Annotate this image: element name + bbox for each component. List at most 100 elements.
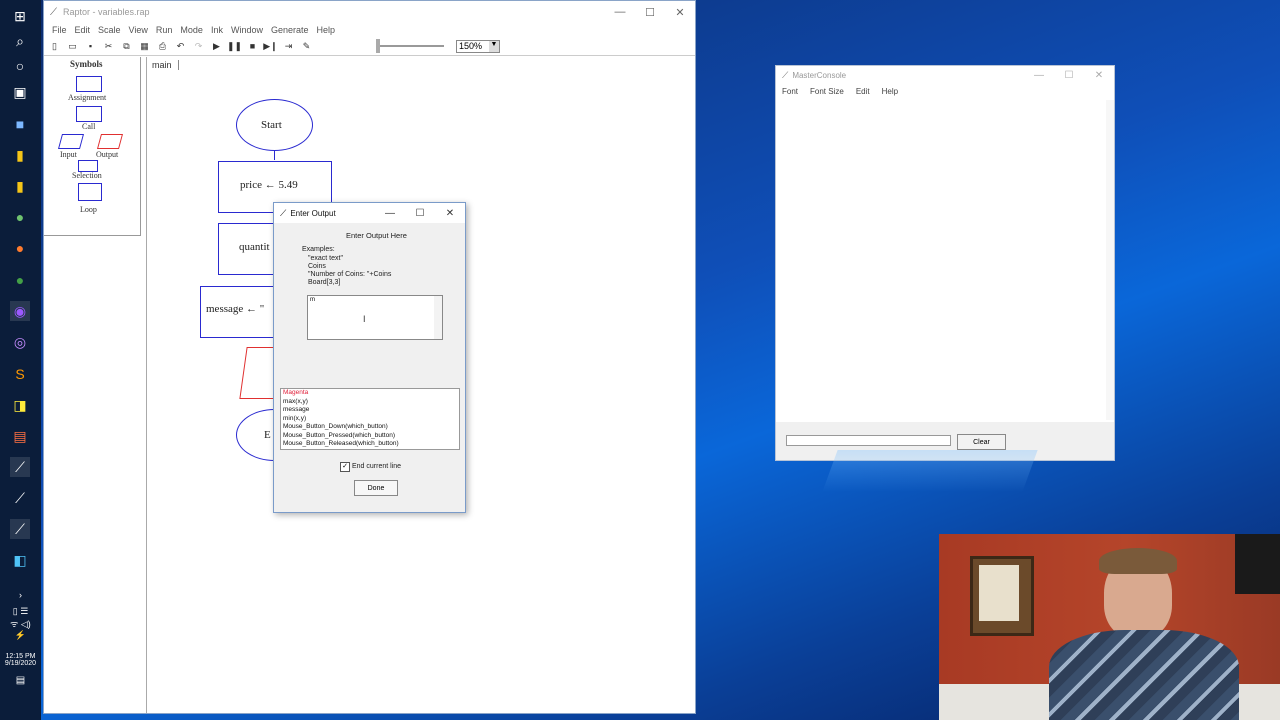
app-purple-icon[interactable]: ◉ — [10, 301, 30, 321]
end-line-label: End current line — [352, 463, 402, 470]
loop-symbol[interactable] — [78, 183, 102, 201]
tab-main[interactable]: main — [152, 60, 179, 70]
scrollbar[interactable] — [1106, 100, 1114, 420]
chevron-up-icon[interactable]: › — [0, 590, 41, 600]
menu-font[interactable]: Font — [782, 87, 798, 96]
menu-scale[interactable]: Scale — [98, 25, 121, 35]
app-yellow-icon[interactable]: ◨ — [10, 395, 30, 415]
search-icon[interactable]: ⌕ — [10, 31, 30, 51]
done-button[interactable]: Done — [354, 480, 398, 496]
maximize-button[interactable]: ☐ — [1054, 70, 1084, 81]
suggestion-item[interactable]: min(x,y) — [281, 415, 459, 424]
app-blue-icon[interactable]: ◧ — [10, 550, 30, 570]
cut-icon[interactable]: ✂ — [102, 40, 115, 53]
end-line-checkbox[interactable]: ✓ — [340, 462, 350, 472]
raptor-icon-3[interactable]: ⟋ — [10, 519, 30, 539]
print-icon[interactable]: ⎙ — [156, 40, 169, 53]
clear-button[interactable]: Clear — [957, 434, 1006, 450]
open-folder-icon[interactable]: ▭ — [66, 40, 79, 53]
menu-font-size[interactable]: Font Size — [810, 87, 844, 96]
step-into-icon[interactable]: ⇥ — [282, 40, 295, 53]
raptor-toolbar: ▯ ▭ ▪ ✂ ⧉ ▦ ⎙ ↶ ↷ ▶ ❚❚ ■ ▶❙ ⇥ ✎ 150% ▼ — [44, 37, 695, 56]
suggestion-item[interactable]: Magenta — [281, 389, 459, 398]
tray-time[interactable]: 12:15 PM — [0, 653, 41, 660]
suggestion-item[interactable]: Mouse_Button_Released(which_button) — [281, 440, 459, 449]
close-button[interactable]: ✕ — [665, 6, 695, 19]
suggestions-list[interactable]: Magenta max(x,y) message min(x,y) Mouse_… — [280, 388, 460, 450]
menu-edit[interactable]: Edit — [856, 87, 870, 96]
input-label: Input — [60, 150, 77, 159]
menu-view[interactable]: View — [129, 25, 148, 35]
power-icon[interactable]: ⚡ — [0, 630, 41, 641]
scrollbar[interactable] — [434, 296, 442, 339]
network-icon[interactable]: ᯤ ◁) — [0, 617, 41, 630]
menu-generate[interactable]: Generate — [271, 25, 309, 35]
menu-window[interactable]: Window — [231, 25, 263, 35]
maximize-button[interactable]: ☐ — [405, 208, 435, 219]
menu-edit[interactable]: Edit — [75, 25, 91, 35]
output-symbol[interactable] — [96, 134, 124, 149]
close-button[interactable]: ✕ — [1084, 70, 1114, 81]
new-file-icon[interactable]: ▯ — [48, 40, 61, 53]
tray-icons[interactable]: ▯ ☰ — [0, 606, 41, 617]
notification-icon[interactable]: ▤ — [0, 675, 41, 686]
raptor-app-icon: ⟋ — [782, 69, 789, 80]
close-button[interactable]: ✕ — [435, 208, 465, 219]
console-menubar: Font Font Size Edit Help — [776, 84, 1114, 98]
output-text-input[interactable]: m I — [307, 295, 443, 340]
zoom-select[interactable]: 150% ▼ — [456, 39, 500, 53]
minimize-button[interactable]: — — [1024, 70, 1054, 81]
menu-file[interactable]: File — [52, 25, 67, 35]
play-icon[interactable]: ▶ — [210, 40, 223, 53]
suggestion-item[interactable]: Mouse_Button_Pressed(which_button) — [281, 432, 459, 441]
app-orange-icon[interactable]: S — [10, 364, 30, 384]
loop-label: Loop — [80, 205, 97, 214]
suggestion-item[interactable]: Mouse_Button_Down(which_button) — [281, 423, 459, 432]
task-view-icon[interactable]: ▣ — [10, 82, 30, 102]
chrome-icon[interactable]: ● — [10, 270, 30, 290]
console-input[interactable] — [786, 435, 951, 446]
copy-icon[interactable]: ⧉ — [120, 40, 133, 53]
redo-icon[interactable]: ↷ — [192, 40, 205, 53]
raptor-icon-2[interactable]: ⟋ — [10, 488, 30, 508]
menu-ink[interactable]: Ink — [211, 25, 223, 35]
start-label: Start — [261, 119, 282, 131]
paste-icon[interactable]: ▦ — [138, 40, 151, 53]
stop-icon[interactable]: ■ — [246, 40, 259, 53]
chevron-down-icon[interactable]: ▼ — [489, 40, 499, 52]
app-icon[interactable]: ■ — [10, 114, 30, 134]
tray-date[interactable]: 9/19/2020 — [0, 660, 41, 667]
dialog-title: Enter Output — [290, 208, 336, 218]
selection-label: Selection — [72, 171, 102, 180]
menu-mode[interactable]: Mode — [180, 25, 203, 35]
menu-help[interactable]: Help — [317, 25, 336, 35]
minimize-button[interactable]: — — [605, 6, 635, 19]
zoom-slider[interactable] — [376, 39, 444, 53]
save-icon[interactable]: ▪ — [84, 40, 97, 53]
pause-icon[interactable]: ❚❚ — [227, 40, 242, 53]
assignment-symbol[interactable] — [76, 76, 102, 92]
app-green-icon[interactable]: ● — [10, 207, 30, 227]
undo-icon[interactable]: ↶ — [174, 40, 187, 53]
call-symbol[interactable] — [76, 106, 102, 122]
suggestion-item[interactable]: message — [281, 406, 459, 415]
app-violet-icon[interactable]: ◎ — [10, 332, 30, 352]
menu-help[interactable]: Help — [882, 87, 898, 96]
suggestion-item[interactable]: max(x,y) — [281, 398, 459, 407]
pen-icon[interactable]: ✎ — [300, 40, 313, 53]
document-icon[interactable]: ▤ — [10, 426, 30, 446]
file-explorer-icon[interactable]: ▮ — [10, 145, 30, 165]
input-symbol[interactable] — [57, 134, 85, 149]
step-icon[interactable]: ▶❙ — [263, 40, 277, 53]
raptor-icon[interactable]: ⟋ — [10, 457, 30, 477]
folder-icon[interactable]: ▮ — [10, 176, 30, 196]
dialog-titlebar: ⟋ Enter Output — ☐ ✕ — [274, 203, 465, 223]
maximize-button[interactable]: ☐ — [635, 6, 665, 19]
cortana-icon[interactable]: ○ — [10, 56, 30, 76]
windows-start-icon[interactable]: ⊞ — [10, 6, 30, 26]
firefox-icon[interactable]: ● — [10, 238, 30, 258]
menu-run[interactable]: Run — [156, 25, 173, 35]
console-output-area[interactable] — [776, 100, 1106, 420]
zoom-slider-thumb[interactable] — [376, 39, 380, 53]
minimize-button[interactable]: — — [375, 208, 405, 219]
